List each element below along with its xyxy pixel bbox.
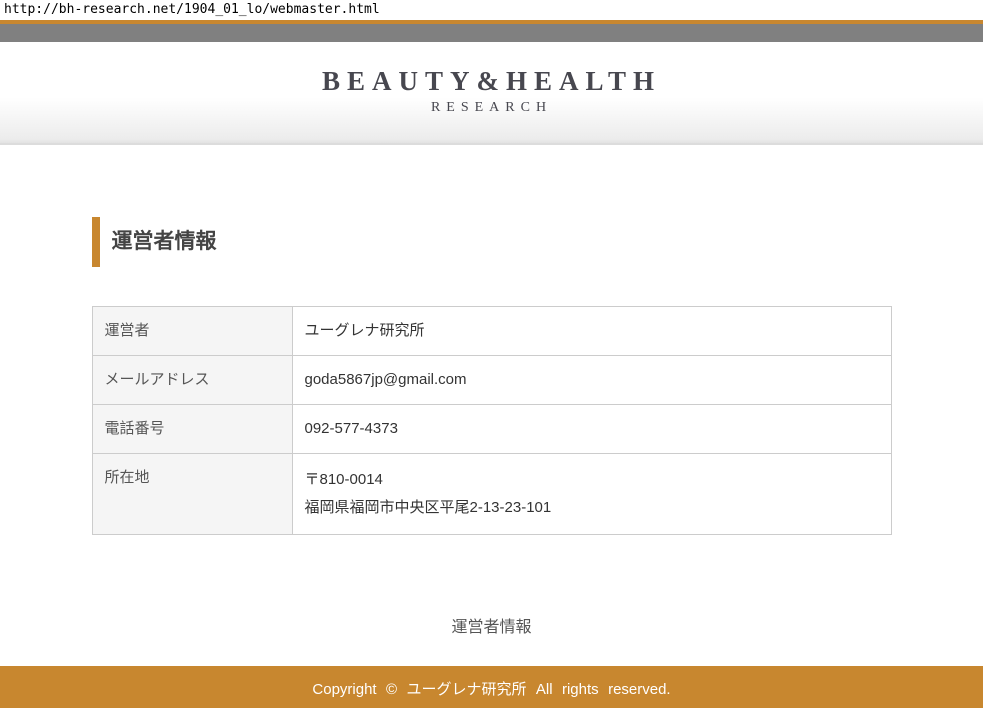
url-text: http://bh-research.net/1904_01_lo/webmas… [0,0,983,20]
logo-title: BEAUTY&HEALTH [322,66,661,96]
site-header: BEAUTY&HEALTH RESEARCH [0,42,983,145]
copyright-bar: Copyright © ユーグレナ研究所 All rights reserved… [0,666,983,708]
page-title: 運営者情報 [92,217,892,267]
operator-info-table: 運営者 ユーグレナ研究所 メールアドレス goda5867jp@gmail.co… [92,306,892,535]
footer-link-operator-info[interactable]: 運営者情報 [451,619,531,636]
row-label-address: 所在地 [92,454,292,535]
row-value-email: goda5867jp@gmail.com [292,356,891,405]
row-value-phone: 092-577-4373 [292,405,891,454]
gray-divider-bar [0,24,983,42]
logo-subtitle: RESEARCH [322,100,661,116]
table-row-address: 所在地 〒810-0014 福岡県福岡市中央区平尾2-13-23-101 [92,454,891,535]
row-label-operator: 運営者 [92,307,292,356]
table-row-operator: 運営者 ユーグレナ研究所 [92,307,891,356]
table-row-phone: 電話番号 092-577-4373 [92,405,891,454]
main-content: 運営者情報 運営者 ユーグレナ研究所 メールアドレス goda5867jp@gm… [92,217,892,535]
row-label-phone: 電話番号 [92,405,292,454]
table-row-email: メールアドレス goda5867jp@gmail.com [92,356,891,405]
row-value-operator: ユーグレナ研究所 [292,307,891,356]
site-logo[interactable]: BEAUTY&HEALTH RESEARCH [322,42,661,116]
row-label-email: メールアドレス [92,356,292,405]
address-street: 福岡県福岡市中央区平尾2-13-23-101 [305,494,879,522]
footer-nav: 運営者情報 [0,613,983,637]
row-value-address: 〒810-0014 福岡県福岡市中央区平尾2-13-23-101 [292,454,891,535]
copyright-text: Copyright © ユーグレナ研究所 All rights reserved… [312,681,670,698]
address-postal-code: 〒810-0014 [305,466,879,494]
